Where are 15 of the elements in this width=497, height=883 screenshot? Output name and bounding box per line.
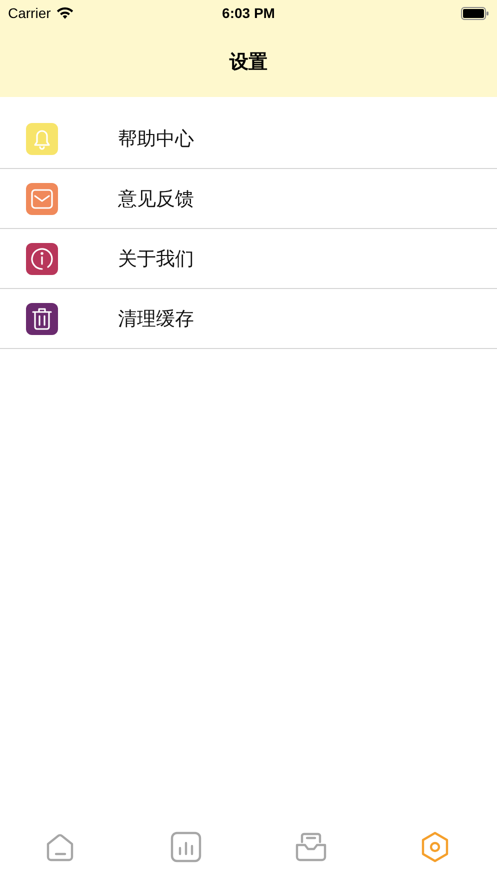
status-time: 6:03 PM xyxy=(222,5,275,21)
bar-chart-icon[interactable] xyxy=(170,831,202,863)
row-label: 清理缓存 xyxy=(118,306,194,332)
row-label: 关于我们 xyxy=(118,246,194,272)
page-title: 设置 xyxy=(230,50,268,74)
row-label: 帮助中心 xyxy=(118,126,194,152)
battery-icon xyxy=(461,6,489,20)
carrier-label: Carrier xyxy=(8,5,51,21)
inbox-icon[interactable] xyxy=(294,831,327,863)
row-label: 意见反馈 xyxy=(118,186,194,212)
settings-row[interactable]: 帮助中心 xyxy=(0,109,497,169)
wifi-icon xyxy=(56,6,74,20)
settings-row[interactable]: 意见反馈 xyxy=(0,169,497,229)
settings-row[interactable]: 清理缓存 xyxy=(0,289,497,349)
settings-row[interactable]: 关于我们 xyxy=(0,229,497,289)
